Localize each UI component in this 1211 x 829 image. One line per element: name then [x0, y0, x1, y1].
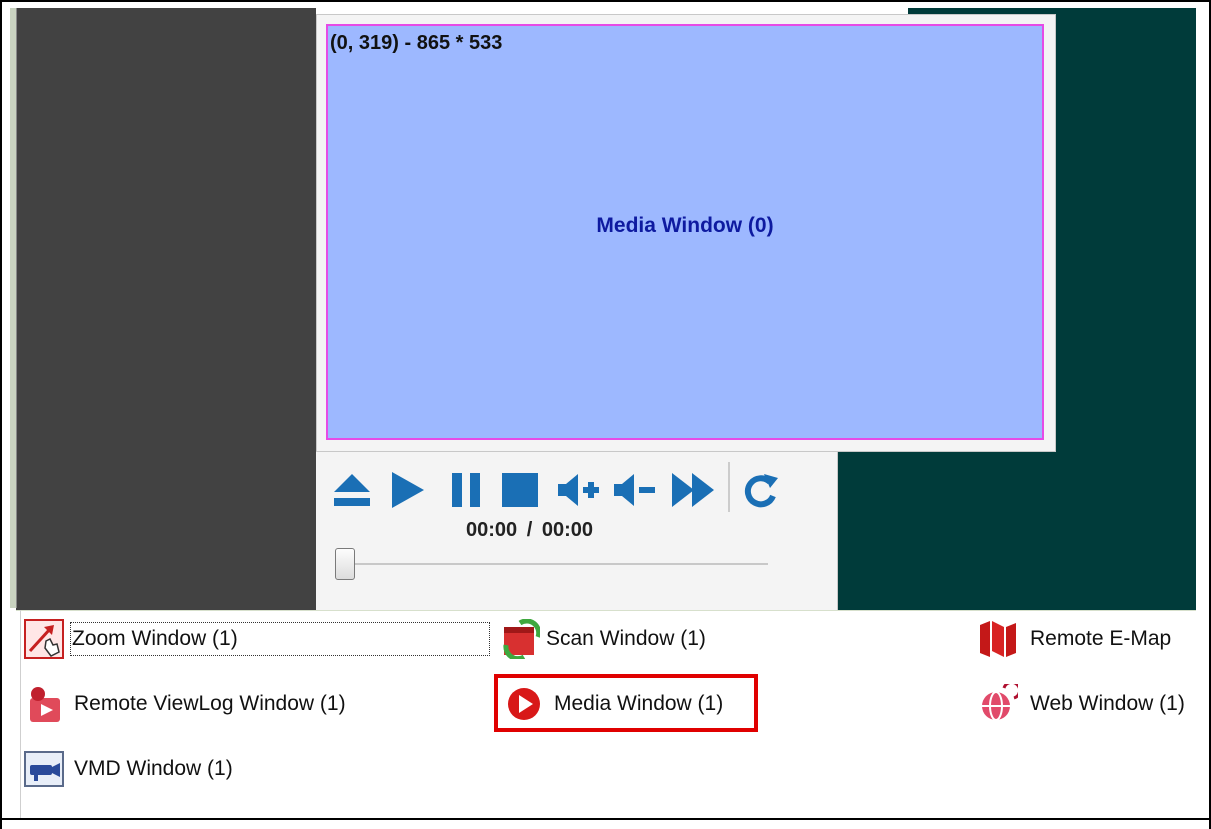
current-time: 00:00 — [466, 519, 518, 541]
remote-emap-label: Remote E-Map — [1030, 627, 1172, 650]
remote-viewlog-label: Remote ViewLog Window (1) — [74, 692, 346, 715]
zoom-window-label: Zoom Window (1) — [72, 627, 238, 650]
toolbar-separator — [728, 462, 730, 512]
refresh-icon[interactable] — [740, 470, 782, 510]
scan-window-label: Scan Window (1) — [546, 627, 706, 650]
list-left-border — [20, 610, 21, 818]
vmd-window-item[interactable]: VMD Window (1) — [24, 749, 233, 789]
web-window-label: Web Window (1) — [1030, 692, 1185, 715]
teal-background-lower — [838, 452, 1196, 610]
media-window-label: Media Window (0) — [596, 214, 774, 237]
scan-window-item[interactable]: Scan Window (1) — [500, 619, 706, 659]
seek-slider-thumb[interactable] — [335, 548, 355, 580]
volume-up-icon[interactable] — [556, 470, 602, 510]
stop-icon[interactable] — [500, 470, 542, 510]
vmd-window-icon — [24, 751, 64, 787]
web-window-item[interactable]: Web Window (1) — [978, 684, 1185, 724]
time-separator: / — [526, 519, 533, 541]
fast-forward-icon[interactable] — [670, 470, 718, 510]
pause-icon[interactable] — [446, 470, 486, 510]
left-splitter[interactable] — [10, 8, 17, 608]
web-window-icon — [982, 684, 1018, 721]
bottom-border — [0, 818, 1211, 820]
total-time: 00:00 — [541, 519, 593, 541]
zoom-window-icon — [24, 619, 64, 659]
eject-icon[interactable] — [330, 470, 374, 510]
media-coordinates-text: (0, 319) - 865 * 533 — [330, 32, 503, 54]
seek-track[interactable] — [350, 563, 768, 565]
emap-icon — [980, 621, 1016, 657]
remote-viewlog-item[interactable]: Remote ViewLog Window (1) — [24, 684, 346, 724]
remote-emap-item[interactable]: Remote E-Map — [978, 619, 1171, 659]
dark-background-panel — [16, 8, 316, 610]
zoom-window-item[interactable]: Zoom Window (1) — [24, 619, 238, 659]
playback-time: 00:00 / 00:00 — [466, 519, 593, 542]
viewlog-icon — [30, 687, 60, 722]
play-icon[interactable] — [388, 470, 428, 510]
vmd-window-label: VMD Window (1) — [74, 757, 233, 780]
scan-window-icon — [503, 619, 540, 659]
volume-down-icon[interactable] — [612, 470, 658, 510]
media-window-highlight — [494, 674, 758, 732]
